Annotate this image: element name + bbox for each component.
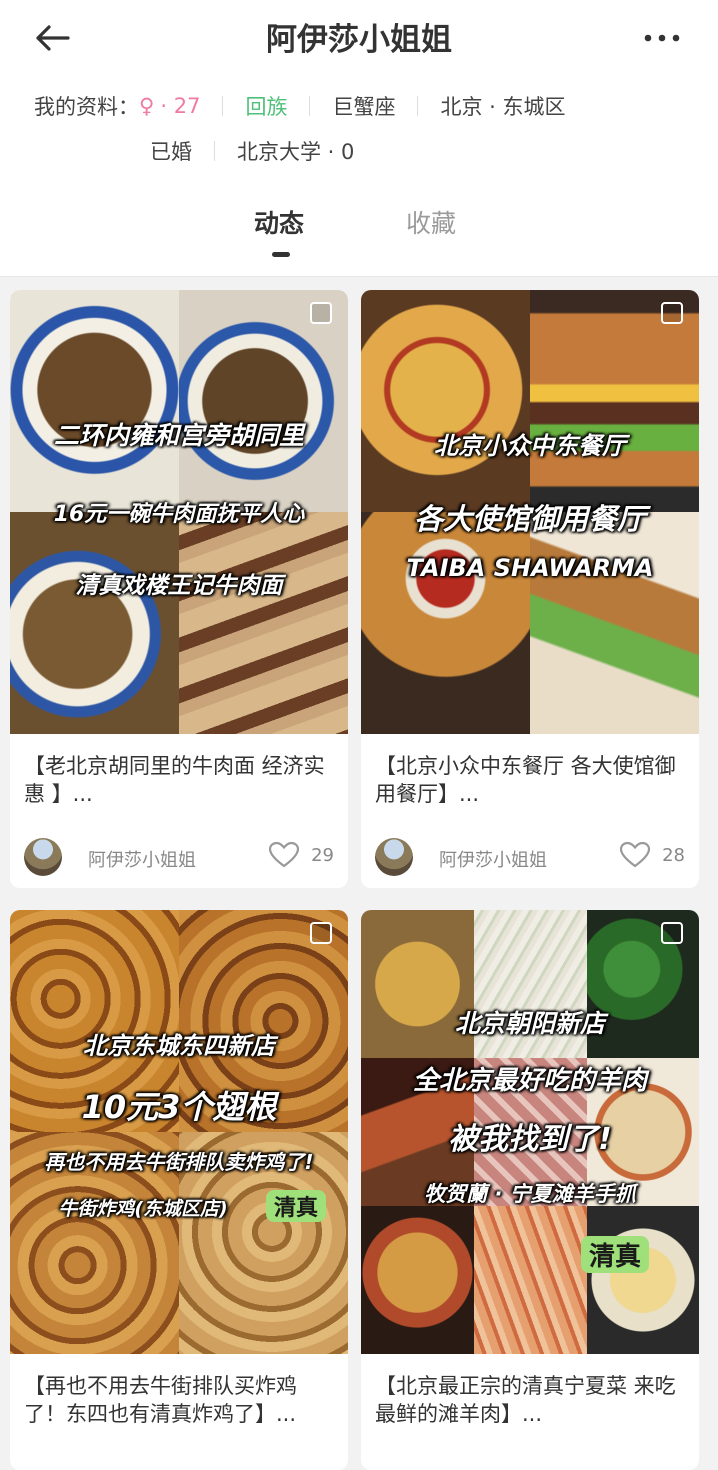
post-card[interactable]: 二环内雍和宫旁胡同里 16元一碗牛肉面抚平人心 清真戏楼王记牛肉面 【老北京胡同… [10,290,348,888]
post-footer: 阿伊莎小姐姐 29 [24,834,334,878]
avatar[interactable] [375,838,413,876]
ellipsis-icon [644,34,680,42]
multi-image-icon [661,922,683,944]
cover-caption: 牧贺蘭 · 宁夏滩羊手抓 [424,1182,636,1206]
profile-row-1: 我的资料： ♀ · 27 回族 巨蟹座 北京 · 东城区 [34,88,566,124]
like-count: 28 [662,844,685,866]
like-button[interactable]: 28 [620,842,685,868]
post-card[interactable]: 北京东城东四新店 10元3个翅根 再也不用去牛街排队卖炸鸡了! 牛街炸鸡(东城区… [10,910,348,1470]
post-title[interactable]: 【再也不用去牛街排队买炸鸡了！东四也有清真炸鸡了】... [24,1372,334,1428]
author-name[interactable]: 阿伊莎小姐姐 [439,846,547,872]
multi-image-icon [310,922,332,944]
divider [222,96,224,116]
cover-caption: TAIBA SHAWARMA [406,554,654,582]
cover-caption: 北京东城东四新店 [83,1032,275,1060]
post-footer: 阿伊莎小姐姐 28 [375,834,685,878]
post-cover-image[interactable]: 北京东城东四新店 10元3个翅根 再也不用去牛街排队卖炸鸡了! 牛街炸鸡(东城区… [10,910,348,1354]
post-card[interactable]: 北京小众中东餐厅 各大使馆御用餐厅 TAIBA SHAWARMA 【北京小众中东… [361,290,699,888]
divider [309,96,311,116]
divider [417,96,419,116]
cover-caption: 北京朝阳新店 [454,1009,605,1038]
cover-caption: 10元3个翅根 [81,1088,277,1126]
multi-image-icon [310,302,332,324]
multi-image-icon [661,302,683,324]
more-button[interactable] [640,18,684,58]
cover-caption: 北京小众中东餐厅 [434,432,626,460]
profile-header: 阿伊莎小姐姐 我的资料： ♀ · 27 回族 巨蟹座 北京 · 东城区 已婚 北… [0,0,718,277]
profile-label: 我的资料： [34,95,139,119]
post-title[interactable]: 【北京小众中东餐厅 各大使馆御用餐厅】... [375,752,685,808]
post-card[interactable]: 北京朝阳新店 全北京最好吃的羊肉 被我找到了! 牧贺蘭 · 宁夏滩羊手抓 清真 … [361,910,699,1470]
halal-badge: 清真 [266,1190,327,1222]
post-title[interactable]: 【北京最正宗的清真宁夏菜 来吃最鲜的滩羊肉】... [375,1372,685,1428]
divider [214,141,215,161]
tab-posts[interactable]: 动态 [254,204,304,240]
post-cover-image[interactable]: 北京朝阳新店 全北京最好吃的羊肉 被我找到了! 牧贺蘭 · 宁夏滩羊手抓 清真 [361,910,699,1354]
tab-bar: 动态 收藏 [0,198,718,268]
tab-favorites[interactable]: 收藏 [406,204,456,240]
top-bar: 阿伊莎小姐姐 [0,0,718,76]
active-tab-indicator [272,252,290,257]
post-cover-image[interactable]: 二环内雍和宫旁胡同里 16元一碗牛肉面抚平人心 清真戏楼王记牛肉面 [10,290,348,734]
location-value: 北京 · 东城区 [440,95,566,119]
post-cover-image[interactable]: 北京小众中东餐厅 各大使馆御用餐厅 TAIBA SHAWARMA [361,290,699,734]
heart-icon [269,842,300,868]
heart-icon [620,842,651,868]
profile-row-2: 已婚 北京大学 · 0 [34,133,566,169]
gender-icon: ♀ [139,94,155,118]
cover-caption: 二环内雍和宫旁胡同里 [53,421,304,450]
ethnicity-value: 回族 [245,95,288,119]
profile-info: 我的资料： ♀ · 27 回族 巨蟹座 北京 · 东城区 已婚 北京大学 · 0 [34,88,566,169]
school-value: 北京大学 · 0 [237,140,355,164]
cover-caption: 再也不用去牛街排队卖炸鸡了! [44,1150,314,1174]
like-count: 29 [311,844,334,866]
cover-caption: 清真戏楼王记牛肉面 [75,573,283,599]
page-title: 阿伊莎小姐姐 [266,22,452,58]
avatar[interactable] [24,838,62,876]
post-title[interactable]: 【老北京胡同里的牛肉面 经济实惠 】... [24,752,334,808]
zodiac-value: 巨蟹座 [332,95,396,119]
age-value: · 27 [160,94,201,118]
marital-value: 已婚 [150,140,192,164]
cover-caption: 被我找到了! [448,1122,612,1157]
cover-caption: 16元一碗牛肉面抚平人心 [53,502,305,527]
author-name[interactable]: 阿伊莎小姐姐 [88,846,196,872]
halal-badge: 清真 [581,1236,650,1273]
like-button[interactable]: 29 [269,842,334,868]
cover-caption: 各大使馆御用餐厅 [413,502,646,536]
cover-caption: 全北京最好吃的羊肉 [412,1066,647,1096]
